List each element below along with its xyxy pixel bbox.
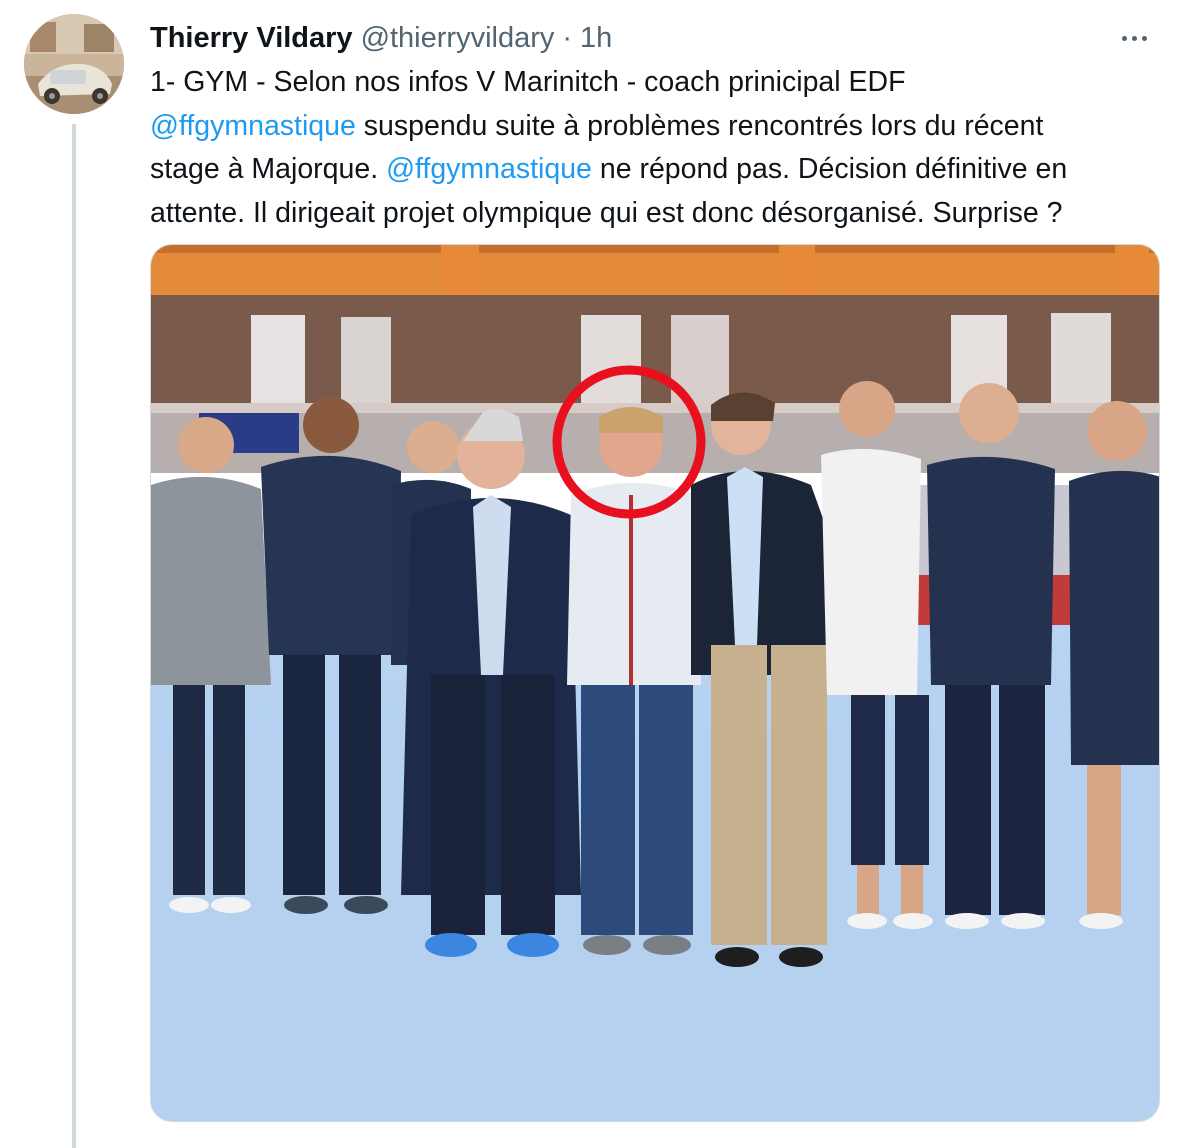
avatar[interactable] [24,14,124,114]
tweet-line-3-text: stage à Majorque. [150,153,387,185]
separator-dot: · [562,21,573,54]
tweet-line-2-text: suspendu suite à problèmes rencontrés lo… [355,109,1044,142]
more-horizontal-icon [1121,35,1127,41]
author-name[interactable]: Thierry Vildary [150,22,353,55]
more-options-button[interactable] [1112,20,1156,56]
team-photo-image [151,245,1159,1121]
tweet-timestamp[interactable]: 1h [580,22,612,55]
tweet-media-photo[interactable] [150,244,1160,1122]
thread-line [72,124,76,1148]
mention-link[interactable]: @ffgymnastique [150,110,356,142]
avatar-photo [24,14,124,114]
tweet-line-3-rest: ne répond pas. Décision définitive en [591,153,1068,185]
tweet-text: 1- GYM - Selon nos infos V Marinitch - c… [150,61,1140,235]
author-handle[interactable]: @thierryvildary [361,22,555,55]
tweet-line-4: attente. Il dirigeait projet olympique q… [150,196,1063,229]
tweet-line-2: @ffgymnastique suspendu suite à problème… [150,105,1140,149]
tweet-card[interactable]: Thierry Vildary @thierryvildary · 1h 1- … [0,0,1182,1148]
tweet-header: Thierry Vildary @thierryvildary · 1h [150,18,612,58]
tweet-line-3: stage à Majorque. @ffgymnastique ne répo… [150,148,1140,192]
tweet-line-1: 1- GYM - Selon nos infos V Marinitch - c… [150,66,906,98]
mention-link[interactable]: @ffgymnastique [386,153,592,185]
